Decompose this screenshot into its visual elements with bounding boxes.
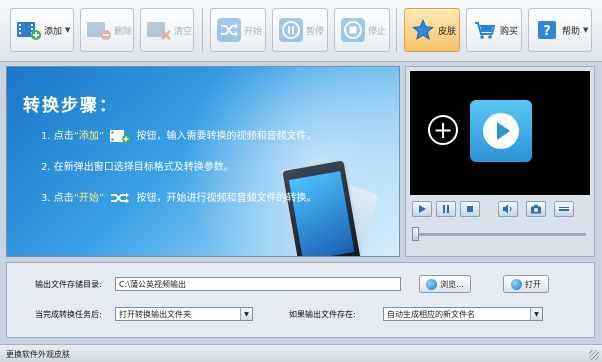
help-button-label: 帮助 — [562, 26, 581, 37]
after-done-select[interactable]: 打开转换输出文件夹 ▼ — [115, 307, 253, 321]
open-button-label: 打开 — [525, 279, 541, 289]
star-icon — [409, 16, 437, 44]
help-question-icon: ? — [533, 16, 561, 44]
clear-button-label: 清空 — [174, 26, 193, 37]
start-button[interactable]: 开始 — [210, 8, 266, 52]
help-button[interactable]: ? 帮助 ▼ — [528, 8, 592, 52]
chevron-down-icon[interactable]: ▼ — [530, 308, 542, 320]
add-video-icon — [15, 16, 43, 44]
output-dir-label: 输出文件存储目录: — [35, 280, 102, 289]
step-1-quote: “添加” — [73, 131, 105, 142]
play-icon — [483, 113, 519, 149]
pause-button-label: 暂停 — [306, 26, 325, 37]
step-3: 3. 点击“开始” 按钮，开始进行视频和音频文件的转换。 — [41, 189, 316, 205]
remove-video-icon — [85, 16, 113, 44]
browse-button-label: 浏览... — [440, 279, 464, 289]
banner-title: 转换步骤： — [23, 96, 118, 116]
instructions-banner: 转换步骤： 1. 点击“添加” 按钮，输入需要转换的视频和音频文件。 2. 在新… — [6, 66, 400, 257]
stop-button-label: 停止 — [368, 26, 387, 37]
step-3-prefix: 3. 点击 — [41, 193, 74, 204]
file-exists-label: 如果输出文件存在: — [289, 310, 356, 319]
skin-button-label: 皮肤 — [438, 26, 457, 37]
browse-icon — [426, 278, 438, 290]
add-button-label: 添加 — [44, 26, 63, 37]
pause-button[interactable]: 暂停 — [272, 8, 328, 52]
stop-icon — [467, 206, 473, 212]
step-3-quote: “开始” — [73, 193, 105, 204]
convert-shuffle-icon — [109, 191, 131, 205]
status-text: 更换软件外观皮肤 — [6, 350, 70, 359]
pause-icon — [277, 16, 305, 44]
open-button[interactable]: 打开 — [503, 275, 549, 293]
camera-icon — [531, 205, 541, 214]
chevron-down-icon[interactable]: ▼ — [240, 308, 252, 320]
step-3-suffix: 按钮，开始进行视频和音频文件的转换。 — [136, 193, 317, 204]
delete-button[interactable]: 删除 — [80, 8, 134, 52]
chevron-down-icon[interactable]: ▼ — [583, 26, 588, 34]
step-1: 1. 点击“添加” 按钮，输入需要转换的视频和音频文件。 — [41, 127, 316, 143]
clear-button[interactable]: 清空 — [140, 8, 194, 52]
toolbar: 添加 ▼ 删除 清空 开始 暂停 停止 皮肤 购买 ? 帮助 ▼ — [0, 0, 602, 62]
add-button[interactable]: 添加 ▼ — [10, 8, 74, 52]
after-done-value: 打开转换输出文件夹 — [119, 310, 191, 319]
svg-text:?: ? — [543, 24, 551, 39]
progress-slider-thumb[interactable] — [412, 227, 419, 241]
buy-button-label: 购买 — [500, 26, 519, 37]
after-done-label: 当完成转换任务后: — [35, 310, 102, 319]
pause-button-small[interactable] — [436, 201, 456, 217]
output-dir-field[interactable]: C:\蒲公英视频输出 — [115, 277, 401, 291]
preview-player: + — [405, 66, 595, 257]
resize-grip-icon[interactable] — [589, 350, 599, 360]
play-large-button[interactable] — [470, 100, 532, 162]
open-folder-icon — [511, 278, 522, 290]
status-bar: 更换软件外观皮肤 — [0, 344, 602, 362]
toolbar-divider — [396, 8, 397, 52]
add-plus-icon[interactable]: + — [428, 115, 458, 145]
step-2: 2. 在新弹出窗口选择目标格式及转换参数。 — [41, 162, 234, 173]
play-button[interactable] — [412, 201, 432, 217]
clear-list-icon — [145, 16, 173, 44]
file-exists-select[interactable]: 自动生成相应的新文件名 ▼ — [383, 307, 543, 321]
play-icon — [419, 205, 426, 213]
preview-screen: + — [410, 71, 590, 195]
skin-button[interactable]: 皮肤 — [404, 8, 460, 52]
step-1-suffix: 按钮，输入需要转换的视频和音频文件。 — [136, 131, 317, 142]
fullscreen-button[interactable] — [554, 201, 574, 217]
stop-button-small[interactable] — [460, 201, 480, 217]
progress-track[interactable] — [416, 233, 586, 236]
stop-icon — [339, 16, 367, 44]
toolbar-divider — [202, 8, 203, 52]
step-1-prefix: 1. 点击 — [41, 131, 74, 142]
fullscreen-icon — [559, 207, 569, 211]
output-settings-panel: 输出文件存储目录: C:\蒲公英视频输出 浏览... 打开 当完成转换任务后: … — [6, 262, 595, 338]
shopping-cart-icon — [471, 16, 499, 44]
volume-icon — [503, 204, 512, 214]
browse-button[interactable]: 浏览... — [419, 275, 471, 293]
stop-button[interactable]: 停止 — [334, 8, 390, 52]
volume-button[interactable] — [498, 201, 518, 217]
snapshot-button[interactable] — [526, 201, 546, 217]
start-button-label: 开始 — [244, 26, 263, 37]
file-exists-value: 自动生成相应的新文件名 — [387, 310, 475, 319]
delete-button-label: 删除 — [114, 26, 133, 37]
pause-icon — [443, 205, 449, 213]
buy-button[interactable]: 购买 — [466, 8, 522, 52]
chevron-down-icon[interactable]: ▼ — [65, 26, 70, 34]
convert-shuffle-icon — [215, 16, 243, 44]
add-video-icon — [109, 129, 131, 143]
